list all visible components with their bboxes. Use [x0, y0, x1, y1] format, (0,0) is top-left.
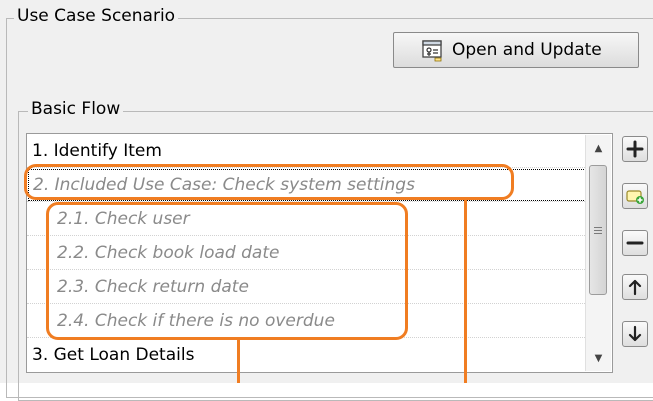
arrow-up-icon — [628, 279, 642, 296]
plus-icon — [626, 140, 644, 158]
use-case-scenario-title: Use Case Scenario — [14, 6, 179, 26]
arrow-down-icon — [628, 325, 642, 342]
grip-icon — [594, 226, 602, 234]
add-step-button[interactable] — [622, 136, 648, 162]
list-item[interactable]: 1. Identify Item — [27, 134, 587, 168]
list-item[interactable]: 2.1. Check user — [27, 202, 587, 236]
list-item[interactable]: 2.2. Check book load date — [27, 236, 587, 270]
add-included-use-case-button[interactable] — [622, 183, 648, 209]
scroll-thumb[interactable] — [589, 165, 607, 295]
move-down-button[interactable] — [622, 321, 648, 347]
list-item[interactable]: 3. Get Loan Details — [27, 338, 587, 372]
move-up-button[interactable] — [622, 274, 648, 300]
open-and-update-label: Open and Update — [452, 40, 602, 60]
list-scrollbar[interactable]: ▲ ▼ — [585, 135, 611, 371]
minus-icon — [626, 241, 644, 245]
remove-step-button[interactable] — [622, 230, 648, 256]
open-update-icon — [422, 40, 442, 62]
scroll-down-button[interactable]: ▼ — [586, 347, 611, 369]
list-item[interactable]: 2. Included Use Case: Check system setti… — [27, 168, 587, 202]
add-included-icon — [626, 190, 644, 204]
triangle-down-icon: ▼ — [594, 352, 603, 364]
basic-flow-title: Basic Flow — [28, 99, 124, 119]
list-item[interactable]: 2.3. Check return date — [27, 270, 587, 304]
list-item[interactable]: 2.4. Check if there is no overdue — [27, 304, 587, 338]
basic-flow-list[interactable]: 1. Identify Item 2. Included Use Case: C… — [26, 133, 613, 373]
triangle-up-icon: ▲ — [594, 142, 603, 154]
open-and-update-button[interactable]: Open and Update — [393, 32, 639, 68]
scroll-up-button[interactable]: ▲ — [586, 137, 611, 159]
